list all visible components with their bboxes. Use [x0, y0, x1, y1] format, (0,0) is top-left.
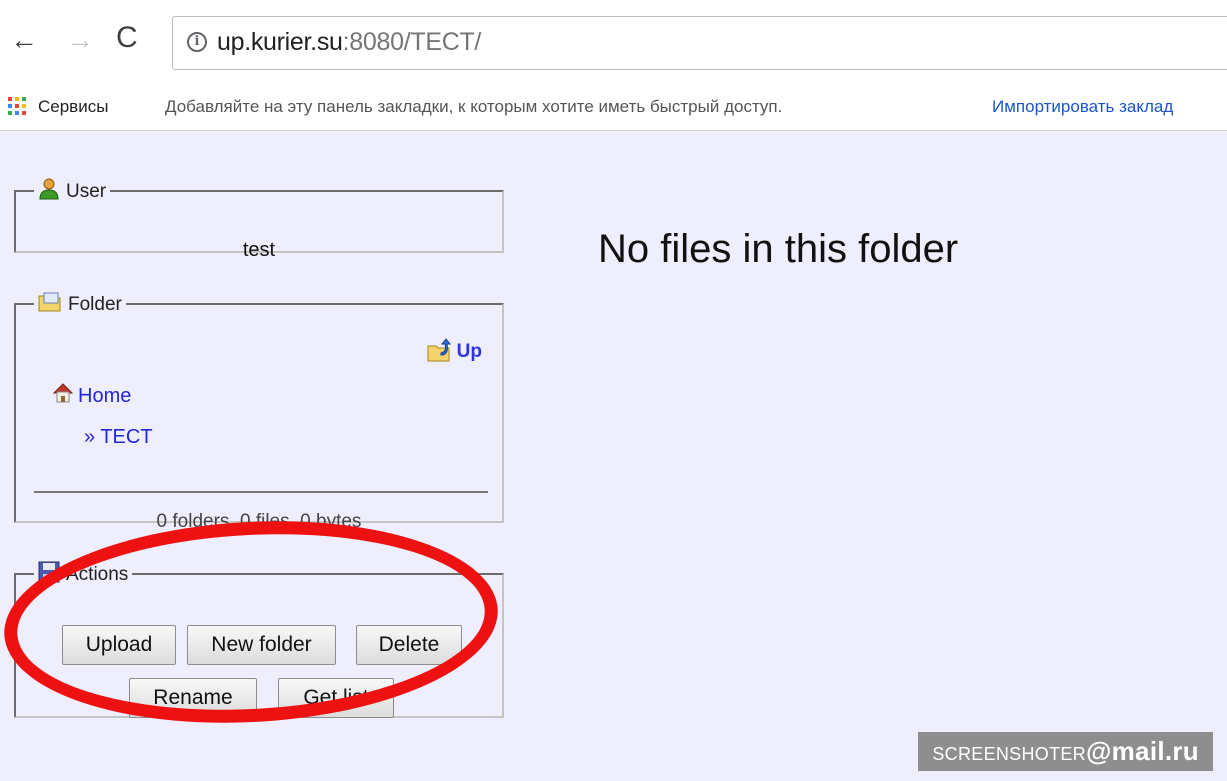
apps-grid-icon[interactable]	[8, 97, 28, 117]
forward-arrow-icon[interactable]: →	[66, 26, 94, 54]
browser-toolbar: ← → C i up.kurier.su:8080/TECT/	[0, 0, 1227, 86]
folder-legend: Folder	[34, 291, 126, 316]
home-label: Home	[78, 385, 132, 407]
bookmarks-hint: Добавляйте на эту панель закладки, к кот…	[165, 97, 783, 116]
folder-legend-label: Folder	[68, 294, 122, 315]
reload-icon[interactable]: C	[116, 23, 138, 53]
actions-legend-label: Actions	[66, 564, 129, 585]
user-icon	[39, 178, 59, 200]
page-content: User test Folder Up Home » TECT 0 folder…	[0, 131, 1227, 781]
delete-button[interactable]: Delete	[356, 625, 462, 665]
folder-icon	[38, 292, 61, 312]
services-bookmark[interactable]: Сервисы	[38, 97, 108, 117]
info-icon[interactable]: i	[187, 32, 207, 52]
current-folder-link[interactable]: » TECT	[84, 426, 153, 449]
address-bar[interactable]: i up.kurier.su:8080/TECT/	[172, 16, 1227, 70]
up-label: Up	[456, 341, 482, 362]
folder-divider	[34, 491, 488, 493]
actions-legend: Actions	[34, 561, 132, 586]
home-link[interactable]: Home	[52, 382, 131, 408]
import-bookmarks-link[interactable]: Импортировать заклад	[992, 97, 1173, 117]
url-path: :8080/TECT/	[342, 28, 482, 56]
user-legend: User	[34, 178, 110, 203]
watermark-prefix: SCREENSHOTER	[932, 744, 1086, 764]
upload-button[interactable]: Upload	[62, 625, 176, 665]
up-link[interactable]: Up	[427, 338, 482, 363]
username: test	[242, 239, 276, 261]
bookmarks-bar: Сервисы Добавляйте на эту панель закладк…	[0, 86, 1227, 131]
screenshoter-watermark: SCREENSHOTER@mail.ru	[918, 732, 1213, 771]
empty-folder-message: No files in this folder	[598, 227, 959, 271]
url-text[interactable]: up.kurier.su:8080/TECT/	[217, 28, 481, 57]
floppy-disk-icon	[38, 561, 60, 583]
url-host: up.kurier.su	[217, 28, 343, 56]
folder-up-icon	[427, 338, 451, 362]
user-legend-label: User	[66, 181, 107, 202]
new-folder-button[interactable]: New folder	[187, 625, 336, 665]
home-icon	[52, 383, 74, 403]
folder-stats: 0 folders, 0 files, 0 bytes	[156, 511, 362, 532]
watermark-suffix: @mail.ru	[1085, 736, 1199, 766]
get-list-button[interactable]: Get list	[278, 678, 394, 718]
user-panel: User test	[14, 178, 504, 261]
rename-button[interactable]: Rename	[129, 678, 257, 718]
actions-panel: Actions Upload New folder Delete Rename …	[14, 561, 504, 718]
back-arrow-icon[interactable]: ←	[10, 26, 38, 54]
folder-panel: Folder Up Home » TECT 0 folders, 0 files…	[14, 291, 504, 532]
